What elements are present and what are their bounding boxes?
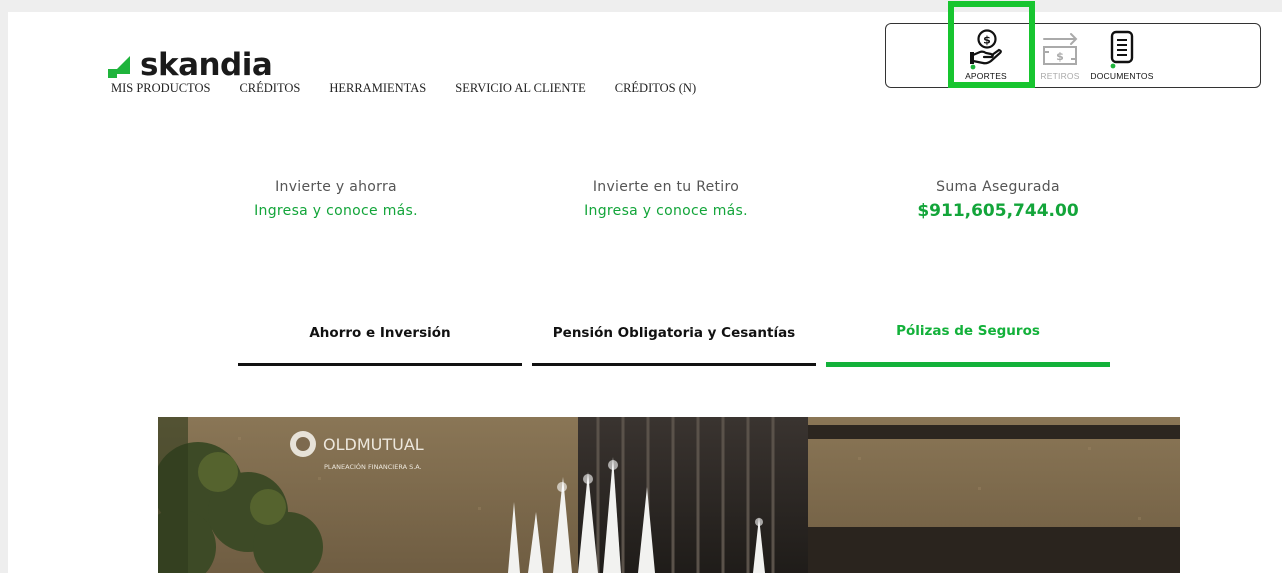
summary-link[interactable]: Ingresa y conoce más. bbox=[526, 203, 806, 219]
documentos-button[interactable]: DOCUMENTOS bbox=[1082, 28, 1162, 81]
summary-suma-asegurada: Suma Asegurada $911,605,744.00 bbox=[858, 179, 1138, 221]
tab-underline bbox=[826, 362, 1110, 367]
tab-underline bbox=[532, 363, 816, 366]
nav-item-mis-productos[interactable]: MIS PRODUCTOS bbox=[111, 81, 210, 96]
svg-text:$: $ bbox=[1056, 50, 1064, 63]
aportes-button[interactable]: $ APORTES bbox=[946, 28, 1026, 81]
quick-actions-panel: $ APORTES $ RETIROS DOCUMENTOS bbox=[885, 23, 1261, 88]
building-photo: OLDMUTUAL PLANEACIÓN FINANCIERA S.A. bbox=[158, 417, 1180, 573]
skandia-logo-mark-icon bbox=[108, 54, 134, 78]
nav-item-herramientas[interactable]: HERRAMIENTAS bbox=[329, 81, 426, 96]
tab-label: Pensión Obligatoria y Cesantías bbox=[552, 325, 796, 341]
skandia-logo[interactable]: skandia bbox=[108, 47, 273, 83]
summary-title: Suma Asegurada bbox=[936, 179, 1060, 195]
oldmutual-sign-sub: PLANEACIÓN FINANCIERA S.A. bbox=[324, 462, 422, 471]
documentos-label: DOCUMENTOS bbox=[1090, 71, 1154, 81]
cash-withdraw-icon: $ bbox=[1043, 33, 1078, 65]
tab-label: Pólizas de Seguros bbox=[896, 323, 1040, 339]
summary-invierte-ahorra: Invierte y ahorra Ingresa y conoce más. bbox=[196, 179, 476, 219]
oldmutual-sign: OLDMUTUAL bbox=[323, 435, 424, 454]
svg-text:$: $ bbox=[983, 34, 991, 47]
hand-coin-icon: $ bbox=[970, 29, 1002, 70]
page: skandia MIS PRODUCTOS CRÉDITOS HERRAMIEN… bbox=[8, 12, 1282, 573]
tab-label: Ahorro e Inversión bbox=[309, 325, 451, 341]
tab-underline bbox=[238, 363, 522, 366]
nav-item-creditos[interactable]: CRÉDITOS bbox=[239, 81, 300, 96]
summary-link[interactable]: Ingresa y conoce más. bbox=[196, 203, 476, 219]
nav-item-creditos-n[interactable]: CRÉDITOS (N) bbox=[615, 81, 696, 96]
hero-building-image: OLDMUTUAL PLANEACIÓN FINANCIERA S.A. bbox=[158, 417, 1180, 573]
summary-title: Invierte y ahorra bbox=[275, 179, 397, 195]
brand-name: skandia bbox=[140, 47, 273, 83]
tab-pension-cesantias[interactable]: Pensión Obligatoria y Cesantías bbox=[532, 320, 816, 366]
main-nav: MIS PRODUCTOS CRÉDITOS HERRAMIENTAS SERV… bbox=[111, 81, 725, 96]
tab-ahorro-inversion[interactable]: Ahorro e Inversión bbox=[238, 320, 522, 366]
summary-invierte-retiro: Invierte en tu Retiro Ingresa y conoce m… bbox=[526, 179, 806, 219]
summary-title: Invierte en tu Retiro bbox=[592, 179, 740, 195]
nav-item-servicio-al-cliente[interactable]: SERVICIO AL CLIENTE bbox=[455, 81, 585, 96]
aportes-label: APORTES bbox=[965, 71, 1007, 81]
document-icon bbox=[1110, 30, 1134, 69]
summary-value: $911,605,744.00 bbox=[917, 201, 1079, 221]
tab-polizas-seguros[interactable]: Pólizas de Seguros bbox=[826, 320, 1110, 367]
